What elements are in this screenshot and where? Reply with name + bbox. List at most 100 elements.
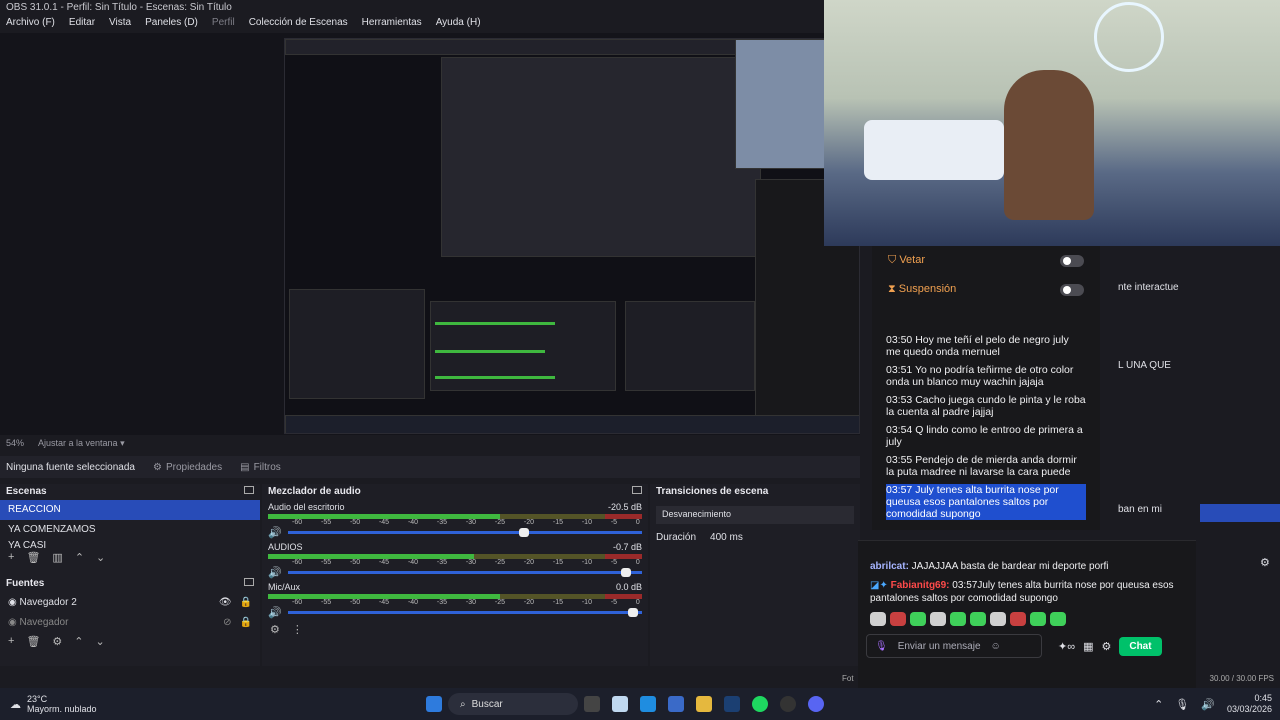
- transition-select[interactable]: Desvanecimiento: [656, 506, 854, 524]
- mic-icon[interactable]: 🎙: [875, 641, 888, 652]
- emote-icon[interactable]: [1030, 612, 1046, 626]
- lock-icon[interactable]: 🔒: [240, 597, 252, 608]
- move-down-button[interactable]: ⌄: [96, 635, 105, 648]
- volume-slider[interactable]: [287, 607, 642, 617]
- menu-item[interactable]: Ayuda (H): [436, 17, 481, 31]
- undock-icon[interactable]: [244, 578, 254, 586]
- veto-row: ⛉ Vetar: [872, 246, 1100, 275]
- duration-input[interactable]: 400 ms: [710, 532, 743, 543]
- volume-slider[interactable]: [287, 567, 642, 577]
- scene-item[interactable]: YA CASI: [0, 540, 260, 548]
- emote-icon[interactable]: [970, 612, 986, 626]
- copilot-icon[interactable]: [612, 696, 628, 712]
- move-up-button[interactable]: ⌃: [75, 551, 84, 564]
- task-view-icon[interactable]: [584, 696, 600, 712]
- selected-row-partial[interactable]: [1200, 504, 1280, 522]
- menu-item[interactable]: Colección de Escenas: [249, 17, 348, 31]
- scene-filters-button[interactable]: ▥: [52, 551, 62, 564]
- points-icon[interactable]: ✦∞: [1058, 640, 1075, 653]
- chat-settings-icon[interactable]: ⚙: [1101, 640, 1111, 653]
- source-item[interactable]: ◉ Navegador ⊘ 🔒: [0, 612, 260, 632]
- gear-icon: ⚙: [152, 461, 162, 473]
- edge-icon[interactable]: [640, 696, 656, 712]
- remove-scene-button[interactable]: 🗑: [26, 551, 40, 564]
- channel-name: Mic/Aux: [268, 582, 301, 592]
- veto-toggle[interactable]: [1060, 254, 1084, 267]
- person-silhouette: [1004, 70, 1094, 220]
- mixer-channel: AUDIOS -0.7 dB -60 -55 -50 -45 -40 -35 -30 -25 -20…: [262, 540, 648, 580]
- tray-chevron-icon[interactable]: ⌃: [1154, 698, 1163, 711]
- file-explorer-icon[interactable]: [696, 696, 712, 712]
- menu-item[interactable]: Paneles (D): [145, 17, 198, 31]
- eye-off-icon[interactable]: ⊘: [223, 617, 231, 628]
- undock-icon[interactable]: [244, 486, 254, 494]
- undock-icon[interactable]: [632, 486, 642, 494]
- source-item[interactable]: ◉ Navegador 2 👁 🔒: [0, 592, 260, 612]
- emote-icon[interactable]: [1010, 612, 1026, 626]
- source-toolbar: Ninguna fuente seleccionada ⚙ Propiedades…: [0, 456, 860, 478]
- partial-text-3: ban en mi: [1118, 504, 1162, 515]
- filter-icon: ▤: [240, 461, 250, 473]
- properties-button[interactable]: ⚙ Propiedades: [153, 462, 222, 473]
- volume-icon[interactable]: 🔊: [268, 606, 282, 619]
- chat-log-line: 03:54 Q lindo como le entroo de primera …: [886, 424, 1083, 448]
- chat-log-line: 03:50 Hoy me teñí el pelo de negro july …: [886, 334, 1069, 358]
- chat-send-button[interactable]: Chat: [1119, 636, 1162, 656]
- menu-item[interactable]: Editar: [69, 17, 95, 31]
- source-list: ◉ Navegador 2 👁 🔒 ◉ Navegador ⊘ 🔒: [0, 592, 260, 632]
- mic-tray-icon[interactable]: 🎙: [1175, 698, 1189, 711]
- spotify-icon[interactable]: [752, 696, 768, 712]
- taskbar-search[interactable]: ⌕ Buscar: [448, 693, 578, 715]
- move-up-button[interactable]: ⌃: [74, 635, 83, 648]
- scene-item[interactable]: REACCION: [0, 500, 260, 520]
- add-source-button[interactable]: +: [8, 635, 14, 647]
- mixer-settings-icon[interactable]: ⚙: [270, 623, 280, 636]
- volume-icon[interactable]: 🔊: [1201, 698, 1215, 711]
- volume-icon[interactable]: 🔊: [268, 526, 282, 539]
- emote-icon[interactable]: [910, 612, 926, 626]
- clock[interactable]: 0:45 03/03/2026: [1227, 693, 1272, 715]
- emote-icon[interactable]: [1050, 612, 1066, 626]
- emote-icon[interactable]: [950, 612, 966, 626]
- chat-input[interactable]: 🎙 Enviar un mensaje ☺: [866, 634, 1042, 658]
- remove-source-button[interactable]: 🗑: [26, 635, 40, 648]
- scene-list: REACCION YA COMENZAMOS YA CASI: [0, 500, 260, 548]
- volume-slider[interactable]: [287, 527, 642, 537]
- windows-start-icon[interactable]: [426, 696, 442, 712]
- store-icon[interactable]: [668, 696, 684, 712]
- emote-icon[interactable]: [930, 612, 946, 626]
- discord-icon[interactable]: [808, 696, 824, 712]
- menu-item[interactable]: Herramientas: [362, 17, 422, 31]
- source-settings-button[interactable]: ⚙: [52, 635, 62, 648]
- nested-mixer-dock: [430, 301, 616, 391]
- sources-dock: Fuentes ◉ Navegador 2 👁 🔒 ◉ Navegador ⊘ 🔒 + 🗑…: [0, 576, 260, 666]
- menu-item[interactable]: Archivo (F): [6, 17, 55, 31]
- emote-icon[interactable]: [870, 612, 886, 626]
- gift-icon[interactable]: ▦: [1083, 640, 1093, 653]
- suspension-toggle[interactable]: [1060, 283, 1084, 296]
- fit-window-dropdown[interactable]: Ajustar a la ventana ▾: [38, 438, 125, 450]
- weather-widget[interactable]: ☁ 23°C Mayorm. nublado: [0, 694, 420, 714]
- zoom-level[interactable]: 54%: [6, 438, 24, 450]
- emote-icon[interactable]: [990, 612, 1006, 626]
- settings-icon[interactable]: ⚙: [1260, 556, 1270, 569]
- mixer-menu-icon[interactable]: ⋮: [292, 623, 303, 636]
- emoji-icon[interactable]: ☺: [991, 641, 1001, 652]
- eye-icon[interactable]: 👁: [219, 597, 232, 608]
- steam-icon[interactable]: [724, 696, 740, 712]
- obs-icon[interactable]: [780, 696, 796, 712]
- menu-item[interactable]: Perfil: [212, 17, 235, 31]
- scene-item[interactable]: YA COMENZAMOS: [0, 520, 260, 540]
- meter-ticks: -60 -55 -50 -45 -40 -35 -30 -25 -20 -15 -10 -5 0: [292, 519, 640, 526]
- volume-icon[interactable]: 🔊: [268, 566, 282, 579]
- menu-item[interactable]: Vista: [109, 17, 131, 31]
- preview-canvas[interactable]: [284, 38, 860, 434]
- move-down-button[interactable]: ⌄: [96, 551, 105, 564]
- webcam-feed: [824, 0, 1280, 246]
- lock-icon[interactable]: 🔒: [240, 617, 252, 628]
- browser-source-icon: ◉: [8, 616, 20, 628]
- menu-bar: Archivo (F) Editar Vista Paneles (D) Perfil C…: [0, 15, 830, 33]
- emote-icon[interactable]: [890, 612, 906, 626]
- add-scene-button[interactable]: +: [8, 551, 14, 563]
- filters-button[interactable]: ▤ Filtros: [240, 462, 281, 473]
